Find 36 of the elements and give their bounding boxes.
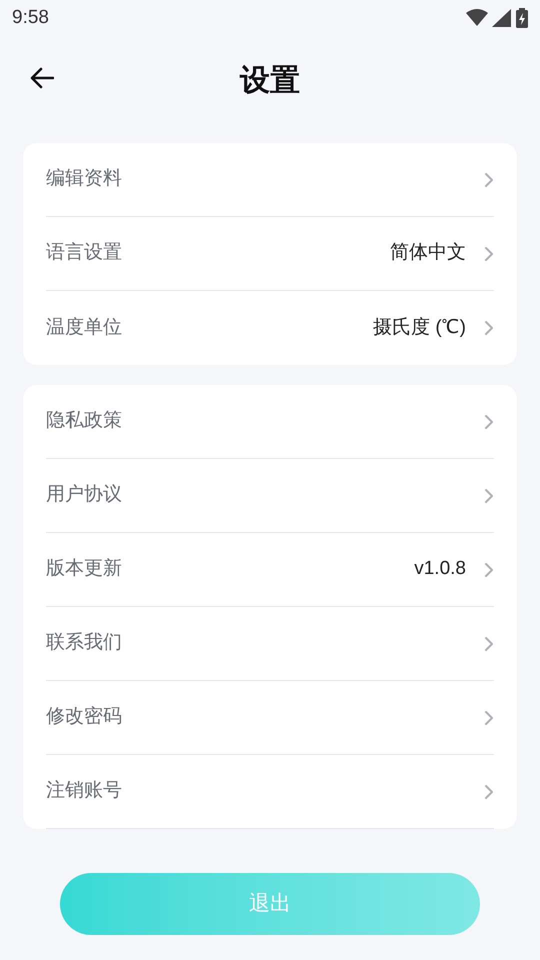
settings-row[interactable]: 联系我们	[46, 607, 494, 681]
row-label: 版本更新	[46, 557, 122, 582]
row-label: 修改密码	[46, 705, 122, 730]
row-label: 用户协议	[46, 483, 122, 508]
row-label: 语言设置	[46, 241, 122, 266]
settings-row[interactable]: 编辑资料	[46, 143, 494, 217]
chevron-right-icon	[484, 562, 494, 578]
chevron-right-icon	[484, 636, 494, 652]
row-label: 编辑资料	[46, 167, 122, 192]
settings-row[interactable]: 语言设置 简体中文	[46, 217, 494, 291]
status-time: 9:58	[12, 6, 49, 30]
row-label: 注销账号	[46, 779, 122, 804]
row-label: 温度单位	[46, 316, 122, 340]
row-label: 联系我们	[46, 631, 122, 656]
row-value: 摄氏度 (℃)	[373, 316, 466, 340]
row-label: 隐私政策	[46, 409, 122, 434]
page-title: 设置	[240, 62, 300, 98]
battery-icon	[516, 8, 528, 28]
settings-row[interactable]: 隐私政策	[46, 385, 494, 459]
settings-row[interactable]: 修改密码	[46, 681, 494, 755]
chevron-right-icon	[484, 414, 494, 430]
settings-row[interactable]: 用户协议	[46, 459, 494, 533]
wifi-icon	[466, 9, 488, 27]
settings-row[interactable]: 温度单位 摄氏度 (℃)	[46, 291, 494, 365]
row-value: 简体中文	[390, 241, 466, 266]
chevron-right-icon	[484, 488, 494, 504]
chevron-right-icon	[484, 172, 494, 188]
settings-row[interactable]: 注销账号	[46, 755, 494, 829]
chevron-right-icon	[484, 784, 494, 800]
chevron-right-icon	[484, 246, 494, 262]
row-value: v1.0.8	[414, 557, 466, 582]
signal-icon	[492, 9, 512, 27]
chevron-right-icon	[484, 710, 494, 726]
back-arrow-icon[interactable]	[30, 67, 54, 89]
settings-row[interactable]: 版本更新 v1.0.8	[46, 533, 494, 607]
chevron-right-icon	[484, 320, 494, 336]
